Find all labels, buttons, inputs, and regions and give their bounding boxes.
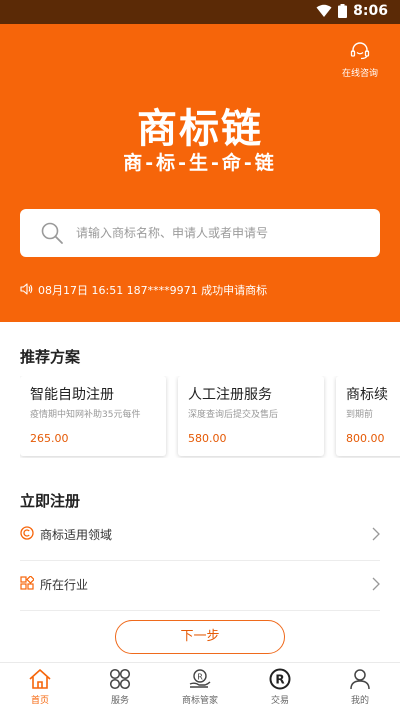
svg-text:R: R [197, 673, 203, 682]
speaker-icon [20, 282, 33, 298]
plan-card-manual-register[interactable]: 人工注册服务 深度查询后提交及售后 580.00 [178, 376, 324, 456]
trademark-icon: R [269, 667, 291, 691]
copyright-icon [20, 525, 34, 544]
trademark-hand-icon: R [188, 667, 212, 691]
plan-card-smart-self-register[interactable]: 智能自助注册 疫情期中知网补助35元每件 265.00 [20, 376, 166, 456]
apps-icon [109, 667, 131, 691]
home-icon [28, 667, 52, 691]
next-step-button[interactable]: 下一步 [115, 620, 285, 654]
recommend-card-list[interactable]: 智能自助注册 疫情期中知网补助35元每件 265.00 人工注册服务 深度查询后… [20, 376, 400, 458]
battery-icon [338, 4, 348, 18]
row-label: 商标适用领域 [40, 527, 113, 542]
row-label: 所在行业 [40, 577, 89, 592]
tab-label: 商标管家 [181, 696, 218, 706]
online-consult-button[interactable]: 在线咨询 [340, 42, 380, 79]
plan-card-title: 商标续 [346, 387, 388, 403]
row-industry[interactable]: 所在行业 [20, 560, 380, 608]
plan-card-price: 265.00 [30, 432, 69, 445]
divider [20, 610, 380, 611]
plan-card-desc: 疫情期中知网补助35元每件 [30, 410, 141, 420]
user-icon [349, 667, 371, 691]
plan-card-price: 580.00 [188, 432, 227, 445]
tab-trade[interactable]: R 交易 [240, 663, 320, 710]
status-bar: 8:06 [0, 0, 400, 24]
row-trademark-scope[interactable]: 商标适用领域 [20, 510, 380, 558]
wifi-icon [316, 4, 332, 18]
hero-header: 在线咨询 商标链 商-标-生-命-链 08月17日 16:51 187****9… [0, 24, 400, 322]
search-icon [40, 221, 64, 245]
svg-text:R: R [275, 673, 284, 687]
tab-mine[interactable]: 我的 [320, 663, 400, 710]
status-right: 8:06 [316, 3, 388, 19]
tab-label: 我的 [350, 696, 369, 706]
plan-card-title: 人工注册服务 [188, 387, 272, 403]
register-section-title: 立即注册 [20, 492, 81, 510]
tab-label: 交易 [270, 696, 289, 706]
brand-logo: 商标链 [137, 106, 263, 152]
tab-label: 服务 [110, 696, 129, 706]
headset-icon [349, 42, 371, 64]
status-time: 8:06 [353, 3, 388, 19]
search-bar[interactable] [20, 209, 380, 257]
tab-label: 首页 [30, 696, 49, 706]
plan-card-desc: 深度查询后提交及售后 [188, 410, 279, 420]
plan-card-trademark-renewal[interactable]: 商标续 到期前 800.00 [336, 376, 400, 456]
notice-text: 08月17日 16:51 187****9971 成功申请商标 [38, 284, 268, 297]
tab-trademark-manager[interactable]: R 商标管家 [160, 663, 240, 710]
plan-card-title: 智能自助注册 [30, 387, 114, 403]
online-consult-label: 在线咨询 [341, 69, 378, 79]
recommend-section-title: 推荐方案 [20, 348, 81, 366]
bottom-tab-bar: 首页 服务 R 商标管家 R 交易 我的 [0, 662, 400, 710]
tab-service[interactable]: 服务 [80, 663, 160, 710]
plan-card-desc: 到期前 [346, 410, 374, 420]
tab-home[interactable]: 首页 [0, 663, 80, 710]
chevron-right-icon [372, 576, 380, 595]
search-input[interactable] [76, 226, 356, 240]
brand-slogan: 商-标-生-命-链 [123, 152, 277, 174]
plan-card-price: 800.00 [346, 432, 385, 445]
application-notice: 08月17日 16:51 187****9971 成功申请商标 [20, 282, 267, 298]
grid-icon [20, 574, 35, 594]
chevron-right-icon [372, 526, 380, 545]
